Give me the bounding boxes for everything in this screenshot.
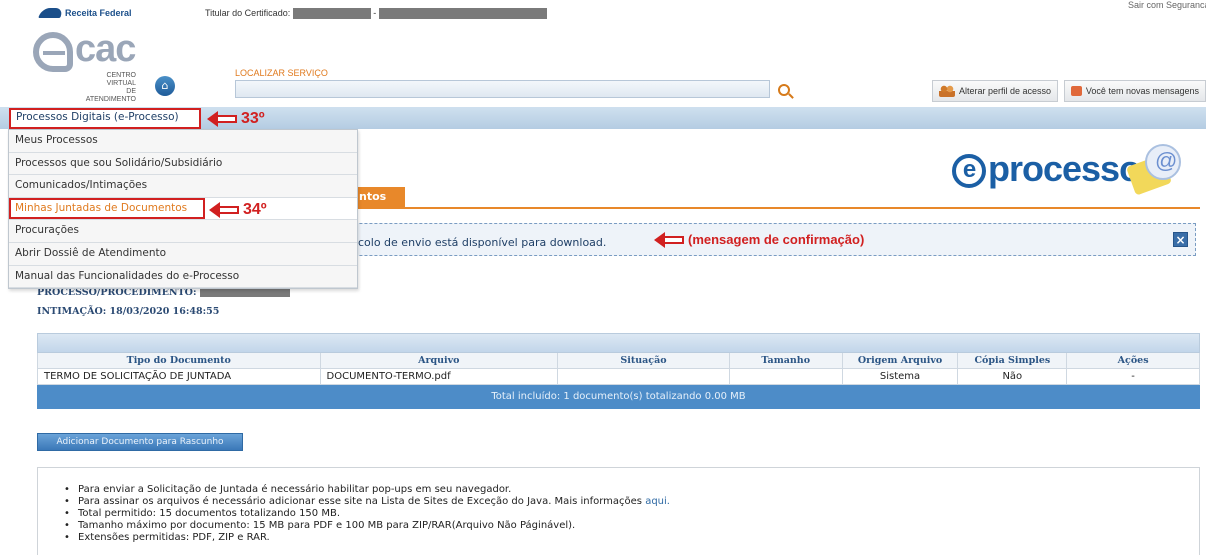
eprocesso-logo: e processo	[952, 148, 1141, 190]
col-tipo-documento: Tipo do Documento	[38, 353, 321, 368]
red-arrow-icon	[654, 231, 684, 248]
certificate-sep: -	[373, 8, 377, 18]
receita-federal-logo[interactable]: Receita Federal	[38, 8, 132, 18]
red-arrow-icon	[207, 111, 237, 127]
redacted-process-number	[199, 288, 290, 297]
ecac-e-icon	[33, 32, 73, 72]
certificate-holder: Titular do Certificado: -	[205, 8, 547, 20]
highlight-box-33	[9, 108, 201, 129]
documents-table: Tipo do Documento Arquivo Situação Taman…	[37, 333, 1200, 409]
ecac-subtitle: CENTRO VIRTUAL DE ATENDIMENTO	[81, 72, 136, 104]
mail-icon	[1071, 86, 1082, 96]
eprocesso-word: processo	[988, 148, 1141, 189]
info-box: Para enviar a Solicitação de Juntada é n…	[37, 467, 1200, 555]
annotation-step-34-label: 34º	[243, 201, 267, 218]
info-item-popups: Para enviar a Solicitação de Juntada é n…	[64, 484, 670, 496]
col-tamanho: Tamanho	[730, 353, 843, 368]
ecac-subtitle-line2: DE ATENDIMENTO	[85, 88, 136, 103]
confirmation-message: colo de envio está disponível para downl…	[358, 236, 607, 249]
info-item-extensions: Extensões permitidas: PDF, ZIP e RAR.	[64, 532, 670, 544]
col-situacao: Situação	[558, 353, 730, 368]
highlight-box-34	[9, 198, 205, 219]
annotation-confirmation: (mensagem de confirmação)	[654, 231, 865, 248]
annotation-step-33-label: 33º	[241, 110, 265, 127]
search-label: LOCALIZAR SERVIÇO	[235, 68, 328, 78]
add-document-button[interactable]: Adicionar Documento para Rascunho	[37, 433, 243, 451]
cell-arquivo[interactable]: DOCUMENTO-TERMO.pdf	[321, 369, 559, 384]
redacted-id	[378, 8, 547, 20]
col-copia-simples: Cópia Simples	[958, 353, 1068, 368]
col-origem-arquivo: Origem Arquivo	[843, 353, 959, 368]
redacted-name	[292, 8, 371, 20]
search-input[interactable]	[235, 80, 770, 98]
header: Receita Federal Titular do Certificado: …	[0, 0, 1206, 103]
info-item-total: Total permitido: 15 documentos totalizan…	[64, 508, 670, 520]
people-icon	[939, 85, 955, 97]
home-icon[interactable]: ⌂	[155, 76, 175, 96]
menu-item-meus-processos[interactable]: Meus Processos	[9, 130, 357, 153]
change-profile-label: Alterar perfil de acesso	[958, 86, 1051, 96]
menu-item-procuracoes[interactable]: Procurações	[9, 220, 357, 243]
cell-origem-arquivo: Sistema	[843, 369, 959, 384]
eprocesso-art-icon: @	[1125, 138, 1195, 198]
cell-situacao	[558, 369, 730, 384]
more-info-link[interactable]: aqui.	[645, 496, 670, 507]
annotation-step-33: 33º	[207, 110, 265, 128]
col-acoes: Ações	[1117, 355, 1149, 366]
table-row[interactable]: TERMO DE SOLICITAÇÃO DE JUNTADA DOCUMENT…	[37, 369, 1200, 385]
cell-tipo-documento: TERMO DE SOLICITAÇÃO DE JUNTADA	[38, 369, 321, 384]
annotation-confirmation-label: (mensagem de confirmação)	[688, 232, 865, 247]
org-name: Receita Federal	[65, 8, 132, 18]
cell-copia-simples: Não	[958, 369, 1068, 384]
annotation-step-34: 34º	[209, 201, 267, 219]
change-profile-button[interactable]: Alterar perfil de acesso	[932, 80, 1058, 102]
messages-button[interactable]: Você tem novas mensagens	[1064, 80, 1206, 102]
tab-documentos[interactable]: ntos	[357, 187, 405, 207]
table-header-row: Tipo do Documento Arquivo Situação Taman…	[37, 353, 1200, 369]
menu-item-solidario[interactable]: Processos que sou Solidário/Subsidiário	[9, 153, 357, 176]
info-item-max-size: Tamanho máximo por documento: 15 MB para…	[64, 520, 670, 532]
cell-acoes[interactable]: -	[1067, 369, 1199, 384]
menu-item-comunicados[interactable]: Comunicados/Intimações	[9, 175, 357, 198]
intimacao-label: INTIMAÇÃO: 18/03/2020 16:48:55	[37, 306, 220, 317]
logout-link[interactable]: Sair com Seguranca	[1128, 0, 1206, 10]
app-root: Receita Federal Titular do Certificado: …	[0, 0, 1206, 555]
cell-tamanho	[730, 369, 843, 384]
info-list: Para enviar a Solicitação de Juntada é n…	[64, 484, 670, 544]
messages-label: Você tem novas mensagens	[1085, 86, 1199, 96]
red-arrow-icon	[209, 202, 239, 218]
col-arquivo: Arquivo	[321, 353, 559, 368]
info-item-java: Para assinar os arquivos é necessário ad…	[64, 496, 670, 508]
menu-item-manual[interactable]: Manual das Funcionalidades do e-Processo	[9, 266, 357, 289]
ecac-word: cac	[75, 28, 136, 70]
info-item-java-text: Para assinar os arquivos é necessário ad…	[78, 496, 646, 507]
menu-item-abrir-dossie[interactable]: Abrir Dossiê de Atendimento	[9, 243, 357, 266]
confirmation-text: colo de envio está disponível para downl…	[358, 236, 606, 249]
table-caption-bar	[37, 333, 1200, 353]
ecac-subtitle-line1: CENTRO VIRTUAL	[106, 72, 136, 87]
close-icon[interactable]: ×	[1173, 232, 1188, 247]
ecac-logo[interactable]: cac CENTRO VIRTUAL DE ATENDIMENTO	[33, 28, 143, 103]
search-icon[interactable]	[778, 84, 790, 96]
e-circle-icon: e	[952, 154, 986, 189]
certificate-label: Titular do Certificado:	[205, 8, 291, 18]
table-total: Total incluído: 1 documento(s) totalizan…	[37, 385, 1200, 409]
eagle-icon	[38, 8, 64, 18]
